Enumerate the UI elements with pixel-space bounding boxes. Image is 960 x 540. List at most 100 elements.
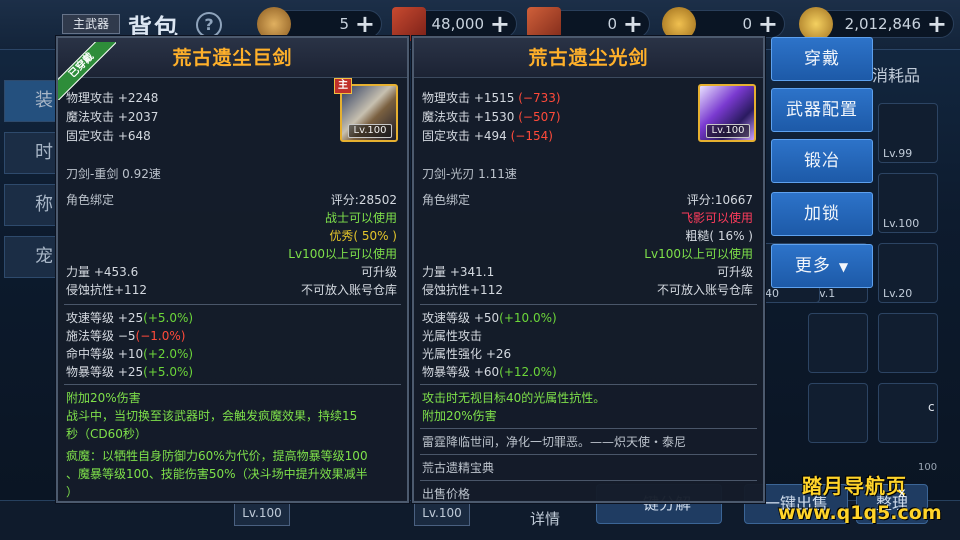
weapon-type-speed: 刀剑-重剑 0.92速 [66, 167, 161, 181]
secondary-stat: 物暴等级 +60(+12.0%) [422, 365, 557, 379]
item-score: 评分:10667 [686, 193, 753, 207]
storage-restriction: 不可放入账号仓库 [656, 283, 753, 297]
class-requirement: 飞影可以使用 [680, 211, 753, 225]
site-watermark: 踏月导航页 www.q1q5.com [778, 470, 956, 532]
main-weapon-badge: 主 [334, 78, 352, 94]
effect-line: 秒（CD60秒） [66, 427, 147, 441]
upgradable-label: 可升级 [716, 265, 753, 279]
watermark-url: www.q1q5.com [778, 502, 942, 524]
add-currency-button[interactable]: + [355, 11, 375, 37]
effect-line: 战斗中，当切换至该武器时，会触发疯魔效果，持续15 [66, 409, 358, 423]
effect-line: ） [66, 485, 79, 499]
add-currency-button[interactable]: + [758, 11, 778, 37]
currency-value: 5 [339, 15, 349, 33]
side-tab-equipment[interactable]: 装 [4, 80, 58, 122]
side-letter: c [928, 400, 935, 414]
gold-stack-icon [799, 7, 833, 41]
item-quality: 优秀( 50% ) [329, 229, 397, 243]
stat-magic-attack: 魔法攻击 +2037 [66, 110, 159, 124]
secondary-stat: 光属性强化 +26 [422, 347, 512, 361]
main-weapon-tag: 主武器 [62, 14, 120, 34]
effect-line: 攻击时无视目标40的光属性抗性。 [422, 391, 606, 405]
sell-price-label: 出售价格 [422, 487, 471, 501]
equipped-ribbon: 已穿戴 [58, 42, 116, 100]
side-tab-title[interactable]: 称 [4, 184, 58, 226]
add-currency-button[interactable]: + [623, 11, 643, 37]
stat-magic-attack: 魔法攻击 +1530 (−507) [422, 110, 561, 124]
currency-value: 0 [607, 15, 617, 33]
divider [64, 304, 401, 305]
compare-item-tooltip: 荒古遗尘光剑 Lv.100 物理攻击 +1515 (−733) 魔法攻击 +15… [412, 36, 765, 503]
inventory-slot[interactable]: Lv.99 [878, 103, 938, 163]
divider [420, 428, 757, 429]
inventory-slot[interactable]: Lv.100 [878, 173, 938, 233]
level-requirement: Lv100以上可以使用 [288, 247, 397, 261]
help-icon[interactable]: ? [196, 12, 222, 38]
stat-fixed-attack: 固定攻击 +494 (−154) [422, 129, 553, 143]
divider [64, 384, 401, 385]
item-flavor-text: 雷霆降临世间，净化一切罪恶。——炽天使・泰尼 [422, 435, 687, 449]
lightsword-icon[interactable]: Lv.100 [698, 84, 756, 142]
side-tab-fashion[interactable]: 时 [4, 132, 58, 174]
forge-button[interactable]: 锻冶 [771, 139, 873, 183]
equipped-ribbon-label: 已穿戴 [58, 42, 116, 100]
corrosion-resistance: 侵蚀抗性+112 [422, 283, 503, 297]
currency-value: 2,012,846 [844, 15, 921, 33]
add-currency-button[interactable]: + [927, 11, 947, 37]
divider [420, 304, 757, 305]
item-name: 荒古遗尘光剑 [528, 47, 649, 69]
effect-line: 附加20%伤害 [422, 409, 497, 423]
corrosion-resistance: 侵蚀抗性+112 [66, 283, 147, 297]
currency-scroll: 0 + [527, 7, 650, 41]
lock-button[interactable]: 加锁 [771, 192, 873, 236]
weapon-config-button[interactable]: 武器配置 [771, 88, 873, 132]
secondary-stat: 命中等级 +10(+2.0%) [66, 347, 194, 361]
effect-line: 附加20%伤害 [66, 391, 141, 405]
item-level-badge: Lv.100 [348, 124, 392, 138]
secondary-stat: 光属性攻击 [422, 329, 483, 343]
inventory-slot[interactable] [808, 313, 868, 373]
storage-restriction: 不可放入账号仓库 [300, 283, 397, 297]
divider [420, 480, 757, 481]
inventory-slot[interactable] [808, 383, 868, 443]
divider [420, 454, 757, 455]
stat-strength: 力量 +341.1 [422, 265, 495, 279]
currency-gold: 0 + [662, 7, 785, 41]
bind-status: 角色绑定 [422, 193, 471, 207]
stat-fixed-attack: 固定攻击 +648 [66, 129, 151, 143]
add-currency-button[interactable]: + [490, 11, 510, 37]
currency-value: 0 [742, 15, 752, 33]
slot-level-badge: Lv.100 [414, 500, 470, 526]
item-source: 荒古遗精宝典 [422, 461, 495, 475]
secondary-stat: 攻速等级 +25(+5.0%) [66, 311, 194, 325]
more-button[interactable]: 更多 ▼ [771, 244, 873, 288]
side-tab-pet[interactable]: 宠 [4, 236, 58, 278]
inventory-slot[interactable] [878, 313, 938, 373]
item-quality: 粗糙( 16% ) [685, 229, 753, 243]
equipped-item-tooltip: 荒古遗尘巨剑 Lv.100 主 物理攻击 +2248 魔法攻击 +2037 固定… [56, 36, 409, 503]
secondary-stat: 物暴等级 +25(+5.0%) [66, 365, 194, 379]
level-requirement: Lv100以上可以使用 [644, 247, 753, 261]
secondary-stat: 施法等级 −5(−1.0%) [66, 329, 186, 343]
weapon-type-speed: 刀剑-光刃 1.11速 [422, 167, 517, 181]
upgradable-label: 可升级 [360, 265, 397, 279]
class-requirement: 战士可以使用 [324, 211, 397, 225]
currency-ticket: 48,000 + [392, 7, 517, 41]
currency-gold-stack: 2,012,846 + [799, 7, 954, 41]
item-level-badge: Lv.100 [706, 124, 750, 138]
slot-level-badge: Lv.100 [234, 500, 290, 526]
currency-value: 48,000 [431, 15, 485, 33]
more-label: 更多 [794, 256, 831, 276]
watermark-title: 踏月导航页 [802, 474, 907, 498]
currency-token: 5 + [257, 7, 382, 41]
secondary-stat: 攻速等级 +50(+10.0%) [422, 311, 557, 325]
chevron-down-icon: ▼ [838, 260, 850, 274]
stat-physical-attack: 物理攻击 +1515 (−733) [422, 91, 561, 105]
wear-button[interactable]: 穿戴 [771, 37, 873, 81]
detail-link[interactable]: 详情 [530, 508, 560, 529]
close-icon[interactable]: x [898, 486, 906, 501]
stat-strength: 力量 +453.6 [66, 265, 139, 279]
item-score: 评分:28502 [330, 193, 397, 207]
effect-line: 、魔暴等级100、技能伤害50%（决斗场中提升效果减半 [66, 467, 368, 481]
inventory-slot[interactable]: Lv.20 [878, 243, 938, 303]
